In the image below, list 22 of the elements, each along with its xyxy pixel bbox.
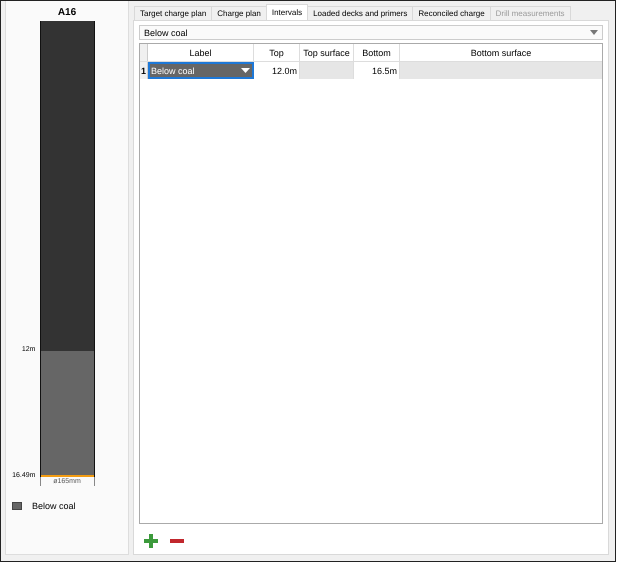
column-header: Bottom [354, 44, 400, 61]
column-header: Bottom surface [470, 46, 532, 60]
tab[interactable]: Intervals [266, 4, 308, 20]
column-header: Top [254, 44, 300, 61]
plus-icon [144, 534, 158, 548]
column-header: Top surface [300, 44, 354, 61]
dropdown-arrow-icon [241, 68, 250, 73]
row-number: 1 [140, 62, 148, 79]
tab[interactable]: Target charge plan [134, 6, 212, 20]
column-header: Label [148, 44, 254, 61]
label-dropdown[interactable]: Below coal [148, 62, 254, 79]
interval-dropdown[interactable]: Below coal [139, 25, 603, 40]
legend-label: Below coal [32, 501, 76, 511]
dropdown-arrow-icon [590, 30, 598, 35]
hole-title: A16 [58, 7, 76, 20]
tab[interactable]: Charge plan [211, 6, 267, 20]
add-button[interactable] [144, 534, 158, 548]
tab[interactable]: Reconciled charge [412, 6, 491, 20]
hole-bottom-line [40, 475, 94, 477]
minus-icon [170, 539, 184, 543]
table-corner [140, 44, 148, 61]
tab[interactable]: Loaded decks and primers [307, 6, 414, 20]
